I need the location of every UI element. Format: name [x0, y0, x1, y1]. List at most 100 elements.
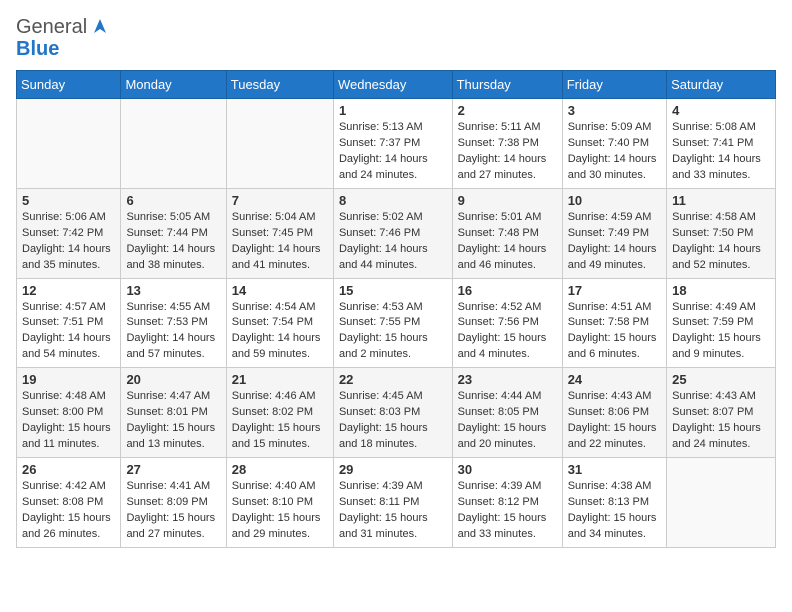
cell-sun-info: Sunrise: 5:01 AMSunset: 7:48 PMDaylight:… [458, 210, 557, 274]
calendar-cell: 2 Sunrise: 5:11 AMSunset: 7:38 PMDaylight… [452, 99, 562, 189]
cell-date-number: 19 [22, 372, 115, 387]
calendar-cell: 30Sunrise: 4:39 AMSunset: 8:12 PMDayligh… [452, 458, 562, 548]
cell-date-number: 21 [232, 372, 328, 387]
calendar-week-row: 19 Sunrise: 4:48 AMSunset: 8:00 PMDayligh… [17, 368, 776, 458]
cell-date-number: 1 [339, 103, 447, 118]
cell-sun-info: Sunrise: 4:55 AMSunset: 7:53 PMDaylight:… [126, 300, 220, 364]
cell-date-number: 5 [22, 193, 115, 208]
calendar-cell: 1 Sunrise: 5:13 AMSunset: 7:37 PMDaylight… [333, 99, 452, 189]
cell-date-number: 17 [568, 283, 661, 298]
cell-date-number: 13 [126, 283, 220, 298]
calendar-cell: 27 Sunrise: 4:41 AMSunset: 8:09 PMDayligh… [121, 458, 226, 548]
cell-sun-info: Sunrise: 4:57 AMSunset: 7:51 PMDaylight:… [22, 300, 115, 364]
cell-sun-info: Sunrise: 4:48 AMSunset: 8:00 PMDaylight:… [22, 389, 115, 453]
cell-sun-info: Sunrise: 4:49 AMSunset: 7:59 PMDaylight:… [672, 300, 770, 364]
cell-date-number: 22 [339, 372, 447, 387]
cell-sun-info: Sunrise: 4:51 AMSunset: 7:58 PMDaylight:… [568, 300, 661, 364]
calendar-cell: 6Sunrise: 5:05 AMSunset: 7:44 PMDaylight… [121, 188, 226, 278]
cell-date-number: 15 [339, 283, 447, 298]
day-header-thursday: Thursday [452, 71, 562, 99]
cell-date-number: 16 [458, 283, 557, 298]
calendar-cell [121, 99, 226, 189]
cell-sun-info: Sunrise: 5:09 AMSunset: 7:40 PMDaylight:… [568, 120, 661, 184]
cell-sun-info: Sunrise: 5:11 AMSunset: 7:38 PMDaylight:… [458, 120, 557, 184]
cell-date-number: 24 [568, 372, 661, 387]
cell-date-number: 11 [672, 193, 770, 208]
calendar-cell: 13 Sunrise: 4:55 AMSunset: 7:53 PMDayligh… [121, 278, 226, 368]
calendar-cell: 21 Sunrise: 4:46 AMSunset: 8:02 PMDayligh… [226, 368, 333, 458]
logo-blue-text: Blue [16, 38, 111, 60]
cell-sun-info: Sunrise: 5:06 AMSunset: 7:42 PMDaylight:… [22, 210, 115, 274]
calendar-cell: 28 Sunrise: 4:40 AMSunset: 8:10 PMDayligh… [226, 458, 333, 548]
cell-sun-info: Sunrise: 4:43 AMSunset: 8:07 PMDaylight:… [672, 389, 770, 453]
calendar-header-row: SundayMondayTuesdayWednesdayThursdayFrid… [17, 71, 776, 99]
cell-sun-info: Sunrise: 4:38 AMSunset: 8:13 PMDaylight:… [568, 479, 661, 543]
cell-date-number: 14 [232, 283, 328, 298]
day-header-monday: Monday [121, 71, 226, 99]
cell-date-number: 25 [672, 372, 770, 387]
calendar-cell: 5 Sunrise: 5:06 AMSunset: 7:42 PMDaylight… [17, 188, 121, 278]
cell-sun-info: Sunrise: 4:39 AMSunset: 8:12 PMDaylight:… [458, 479, 557, 543]
cell-date-number: 7 [232, 193, 328, 208]
calendar-cell: 11 Sunrise: 4:58 AMSunset: 7:50 PMDayligh… [667, 188, 776, 278]
calendar-cell: 18 Sunrise: 4:49 AMSunset: 7:59 PMDayligh… [667, 278, 776, 368]
calendar-cell [226, 99, 333, 189]
calendar-week-row: 1 Sunrise: 5:13 AMSunset: 7:37 PMDaylight… [17, 99, 776, 189]
cell-date-number: 28 [232, 462, 328, 477]
calendar-cell: 8 Sunrise: 5:02 AMSunset: 7:46 PMDaylight… [333, 188, 452, 278]
cell-sun-info: Sunrise: 4:40 AMSunset: 8:10 PMDaylight:… [232, 479, 328, 543]
cell-date-number: 4 [672, 103, 770, 118]
day-header-tuesday: Tuesday [226, 71, 333, 99]
cell-date-number: 12 [22, 283, 115, 298]
calendar-cell: 14Sunrise: 4:54 AMSunset: 7:54 PMDayligh… [226, 278, 333, 368]
calendar-cell: 17 Sunrise: 4:51 AMSunset: 7:58 PMDayligh… [562, 278, 666, 368]
day-header-saturday: Saturday [667, 71, 776, 99]
logo-general-text: General [16, 16, 87, 38]
calendar-cell: 24 Sunrise: 4:43 AMSunset: 8:06 PMDayligh… [562, 368, 666, 458]
calendar-cell: 10Sunrise: 4:59 AMSunset: 7:49 PMDayligh… [562, 188, 666, 278]
day-header-wednesday: Wednesday [333, 71, 452, 99]
calendar-week-row: 12 Sunrise: 4:57 AMSunset: 7:51 PMDayligh… [17, 278, 776, 368]
cell-sun-info: Sunrise: 5:02 AMSunset: 7:46 PMDaylight:… [339, 210, 447, 274]
calendar-cell [667, 458, 776, 548]
cell-sun-info: Sunrise: 4:42 AMSunset: 8:08 PMDaylight:… [22, 479, 115, 543]
cell-date-number: 9 [458, 193, 557, 208]
day-header-sunday: Sunday [17, 71, 121, 99]
cell-date-number: 10 [568, 193, 661, 208]
calendar-cell: 25 Sunrise: 4:43 AMSunset: 8:07 PMDayligh… [667, 368, 776, 458]
cell-sun-info: Sunrise: 4:53 AMSunset: 7:55 PMDaylight:… [339, 300, 447, 364]
calendar-cell: 19 Sunrise: 4:48 AMSunset: 8:00 PMDayligh… [17, 368, 121, 458]
calendar-cell: 26 Sunrise: 4:42 AMSunset: 8:08 PMDayligh… [17, 458, 121, 548]
cell-date-number: 8 [339, 193, 447, 208]
cell-sun-info: Sunrise: 5:04 AMSunset: 7:45 PMDaylight:… [232, 210, 328, 274]
cell-sun-info: Sunrise: 4:52 AMSunset: 7:56 PMDaylight:… [458, 300, 557, 364]
cell-date-number: 29 [339, 462, 447, 477]
cell-date-number: 23 [458, 372, 557, 387]
cell-date-number: 3 [568, 103, 661, 118]
cell-date-number: 2 [458, 103, 557, 118]
cell-sun-info: Sunrise: 4:44 AMSunset: 8:05 PMDaylight:… [458, 389, 557, 453]
cell-sun-info: Sunrise: 4:58 AMSunset: 7:50 PMDaylight:… [672, 210, 770, 274]
calendar-cell [17, 99, 121, 189]
calendar-week-row: 5 Sunrise: 5:06 AMSunset: 7:42 PMDaylight… [17, 188, 776, 278]
cell-sun-info: Sunrise: 4:46 AMSunset: 8:02 PMDaylight:… [232, 389, 328, 453]
calendar-cell: 3 Sunrise: 5:09 AMSunset: 7:40 PMDaylight… [562, 99, 666, 189]
cell-date-number: 27 [126, 462, 220, 477]
calendar-cell: 7 Sunrise: 5:04 AMSunset: 7:45 PMDaylight… [226, 188, 333, 278]
cell-sun-info: Sunrise: 4:41 AMSunset: 8:09 PMDaylight:… [126, 479, 220, 543]
cell-sun-info: Sunrise: 5:13 AMSunset: 7:37 PMDaylight:… [339, 120, 447, 184]
day-header-friday: Friday [562, 71, 666, 99]
calendar-cell: 4Sunrise: 5:08 AMSunset: 7:41 PMDaylight… [667, 99, 776, 189]
cell-sun-info: Sunrise: 4:39 AMSunset: 8:11 PMDaylight:… [339, 479, 447, 543]
page-header: General Blue [16, 16, 776, 60]
calendar-cell: 16 Sunrise: 4:52 AMSunset: 7:56 PMDayligh… [452, 278, 562, 368]
cell-sun-info: Sunrise: 4:47 AMSunset: 8:01 PMDaylight:… [126, 389, 220, 453]
calendar-cell: 12 Sunrise: 4:57 AMSunset: 7:51 PMDayligh… [17, 278, 121, 368]
calendar-cell: 23 Sunrise: 4:44 AMSunset: 8:05 PMDayligh… [452, 368, 562, 458]
cell-sun-info: Sunrise: 4:43 AMSunset: 8:06 PMDaylight:… [568, 389, 661, 453]
cell-date-number: 31 [568, 462, 661, 477]
logo-arrow-icon [89, 15, 111, 37]
cell-date-number: 18 [672, 283, 770, 298]
cell-date-number: 26 [22, 462, 115, 477]
calendar-cell: 9 Sunrise: 5:01 AMSunset: 7:48 PMDaylight… [452, 188, 562, 278]
